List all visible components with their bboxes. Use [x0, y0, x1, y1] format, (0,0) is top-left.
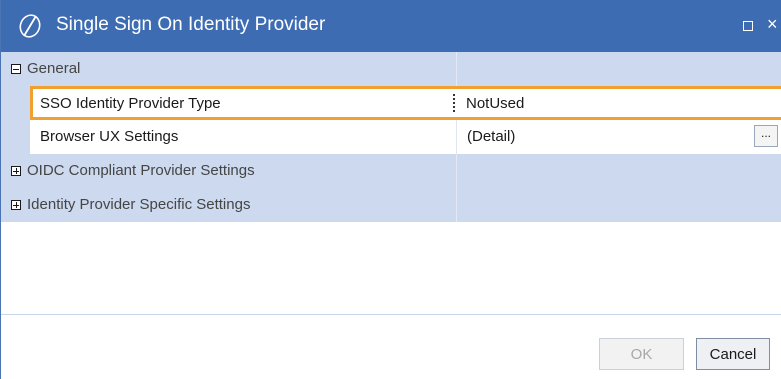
property-name-cell[interactable]: SSO Identity Provider Type — [30, 86, 456, 120]
expand-icon[interactable] — [11, 166, 21, 176]
footer-divider — [1, 314, 781, 315]
ellipsis-button[interactable]: ... — [754, 125, 778, 147]
category-identity-provider-specific-settings[interactable]: Identity Provider Specific Settings — [1, 188, 781, 222]
dialog-window: Single Sign On Identity Provider × Gener… — [0, 0, 781, 379]
column-splitter[interactable] — [453, 94, 455, 112]
property-row-sso-identity-provider-type[interactable]: SSO Identity Provider Type NotUsed — [1, 86, 781, 120]
expand-icon[interactable] — [11, 200, 21, 210]
category-label: General — [27, 60, 81, 77]
property-grid: General SSO Identity Provider Type NotUs… — [1, 52, 781, 222]
category-general[interactable]: General — [1, 52, 781, 86]
property-row-browser-ux-settings[interactable]: Browser UX Settings (Detail) ... — [1, 120, 781, 154]
category-oidc-compliant-provider-settings[interactable]: OIDC Compliant Provider Settings — [1, 154, 781, 188]
ok-button[interactable]: OK — [599, 338, 684, 370]
property-name-cell[interactable]: Browser UX Settings — [30, 120, 456, 154]
collapse-icon[interactable] — [11, 64, 21, 74]
window-title: Single Sign On Identity Provider — [56, 14, 326, 35]
property-name: Browser UX Settings — [40, 128, 179, 145]
category-label: Identity Provider Specific Settings — [27, 196, 251, 213]
property-value: NotUsed — [466, 95, 525, 112]
cancel-button[interactable]: Cancel — [696, 338, 770, 370]
property-value: (Detail) — [467, 128, 516, 145]
property-value-cell[interactable]: (Detail) ... — [456, 120, 781, 154]
app-logo-icon — [19, 14, 41, 38]
property-value-cell[interactable]: NotUsed — [456, 86, 781, 120]
maximize-icon[interactable] — [743, 21, 753, 31]
property-name: SSO Identity Provider Type — [40, 95, 221, 112]
title-bar[interactable]: Single Sign On Identity Provider × — [1, 0, 781, 52]
category-label: OIDC Compliant Provider Settings — [27, 162, 255, 179]
close-icon[interactable]: × — [767, 13, 778, 35]
